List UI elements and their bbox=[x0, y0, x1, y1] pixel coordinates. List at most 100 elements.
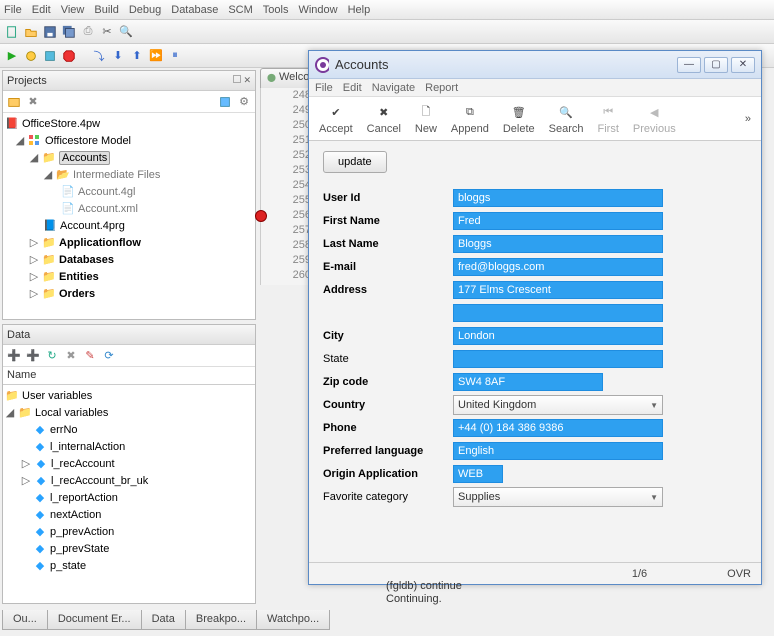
menu-edit[interactable]: Edit bbox=[32, 4, 51, 16]
tree-uservars[interactable]: 📁User variables bbox=[5, 387, 253, 404]
expand-icon[interactable]: ◢ bbox=[29, 153, 39, 163]
acct-menu-report[interactable]: Report bbox=[425, 82, 458, 94]
tree-var[interactable]: ▷◆l_recAccount_br_uk bbox=[5, 472, 253, 489]
open-icon[interactable] bbox=[23, 24, 39, 40]
field-userid[interactable]: bloggs bbox=[453, 189, 663, 207]
tree-var[interactable]: ▷◆l_recAccount bbox=[5, 455, 253, 472]
stop-icon[interactable] bbox=[61, 48, 77, 64]
save-icon[interactable] bbox=[42, 24, 58, 40]
cut-icon[interactable]: ✂ bbox=[99, 24, 115, 40]
tree-var[interactable]: ◆l_reportAction bbox=[5, 489, 253, 506]
accept-button[interactable]: ✔Accept bbox=[319, 102, 353, 135]
data-edit-icon[interactable]: ✎ bbox=[82, 348, 98, 364]
tree-var[interactable]: ◆p_prevAction bbox=[5, 523, 253, 540]
new-icon[interactable] bbox=[4, 24, 20, 40]
find-icon[interactable]: 🔍 bbox=[118, 24, 134, 40]
panel-close-icon[interactable]: ✕ bbox=[243, 75, 251, 86]
step-into-icon[interactable]: ⬇ bbox=[110, 48, 126, 64]
data-add2-icon[interactable]: ➕ bbox=[25, 348, 41, 364]
update-button[interactable]: update bbox=[323, 151, 387, 173]
menu-build[interactable]: Build bbox=[94, 4, 118, 16]
step-over-icon[interactable]: ⤵ bbox=[91, 48, 107, 64]
search-button[interactable]: 🔍Search bbox=[549, 102, 584, 135]
tree-prg[interactable]: 📘Account.4prg bbox=[5, 217, 253, 234]
expand-icon[interactable]: ◢ bbox=[43, 170, 53, 180]
data-del-icon[interactable]: ✖ bbox=[63, 348, 79, 364]
combo-country[interactable]: United Kingdom▼ bbox=[453, 395, 663, 415]
tab-docerrors[interactable]: Document Er... bbox=[47, 610, 142, 630]
tree-folder[interactable]: ▷📁Entities bbox=[5, 268, 253, 285]
menu-view[interactable]: View bbox=[61, 4, 85, 16]
expand-icon[interactable]: ◢ bbox=[15, 136, 25, 146]
collapse-icon[interactable]: ▷ bbox=[29, 289, 39, 299]
tree-var[interactable]: ◆errNo bbox=[5, 421, 253, 438]
proj-add-icon[interactable] bbox=[6, 94, 22, 110]
menu-file[interactable]: File bbox=[4, 4, 22, 16]
menu-help[interactable]: Help bbox=[348, 4, 371, 16]
saveall-icon[interactable] bbox=[61, 24, 77, 40]
acct-menu-navigate[interactable]: Navigate bbox=[372, 82, 415, 94]
previous-button[interactable]: ◀Previous bbox=[633, 102, 676, 135]
run-icon[interactable]: ▶ bbox=[4, 48, 20, 64]
tab-data[interactable]: Data bbox=[141, 610, 186, 630]
delete-button[interactable]: 🗑Delete bbox=[503, 102, 535, 135]
tree-root[interactable]: 📕OfficeStore.4pw bbox=[5, 115, 253, 132]
collapse-icon[interactable]: ▷ bbox=[21, 459, 31, 469]
field-address2[interactable] bbox=[453, 304, 663, 322]
cancel-button[interactable]: ✖Cancel bbox=[367, 102, 401, 135]
print-icon[interactable]: ⎙ bbox=[80, 24, 96, 40]
tree-var[interactable]: ◆nextAction bbox=[5, 506, 253, 523]
combo-fav[interactable]: Supplies▼ bbox=[453, 487, 663, 507]
first-button[interactable]: ⏮First bbox=[598, 102, 619, 135]
acct-menu-file[interactable]: File bbox=[315, 82, 333, 94]
tree-var[interactable]: ◆p_state bbox=[5, 557, 253, 574]
field-address[interactable]: 177 Elms Crescent bbox=[453, 281, 663, 299]
tree-model[interactable]: ◢Officestore Model bbox=[5, 132, 253, 149]
panel-pin-icon[interactable] bbox=[233, 75, 241, 83]
tree-localvars[interactable]: ◢📁Local variables bbox=[5, 404, 253, 421]
proj-del-icon[interactable]: ✖ bbox=[25, 94, 41, 110]
data-sync-icon[interactable]: ⟳ bbox=[101, 348, 117, 364]
continue-icon[interactable]: ⏩ bbox=[148, 48, 164, 64]
collapse-icon[interactable]: ▷ bbox=[29, 255, 39, 265]
tree-var[interactable]: ◆p_prevState bbox=[5, 540, 253, 557]
menu-debug[interactable]: Debug bbox=[129, 4, 161, 16]
menu-database[interactable]: Database bbox=[171, 4, 218, 16]
expand-icon[interactable]: ◢ bbox=[5, 408, 15, 418]
collapse-icon[interactable]: ▷ bbox=[29, 272, 39, 282]
field-state[interactable] bbox=[453, 350, 663, 368]
field-lastname[interactable]: Bloggs bbox=[453, 235, 663, 253]
tab-watchpoints[interactable]: Watchpo... bbox=[256, 610, 330, 630]
breakpoint-icon[interactable] bbox=[255, 210, 267, 222]
field-phone[interactable]: +44 (0) 184 386 9386 bbox=[453, 419, 663, 437]
proj-gear-icon[interactable]: ⚙ bbox=[236, 94, 252, 110]
tree-intermediate[interactable]: ◢📂Intermediate Files bbox=[5, 166, 253, 183]
menu-tools[interactable]: Tools bbox=[263, 4, 289, 16]
step-out-icon[interactable]: ⬆ bbox=[129, 48, 145, 64]
field-lang[interactable]: English bbox=[453, 442, 663, 460]
debug-icon[interactable] bbox=[23, 48, 39, 64]
tree-file[interactable]: 📄Account.4gl bbox=[5, 183, 253, 200]
tree-folder[interactable]: ▷📁Databases bbox=[5, 251, 253, 268]
maximize-icon[interactable]: ▢ bbox=[704, 57, 728, 73]
minimize-icon[interactable]: — bbox=[677, 57, 701, 73]
collapse-icon[interactable]: ▷ bbox=[21, 476, 31, 486]
field-firstname[interactable]: Fred bbox=[453, 212, 663, 230]
acct-menu-edit[interactable]: Edit bbox=[343, 82, 362, 94]
field-origin[interactable]: WEB bbox=[453, 465, 503, 483]
accounts-titlebar[interactable]: Accounts — ▢ ✕ bbox=[309, 51, 761, 79]
tree-accounts[interactable]: ◢📁Accounts bbox=[5, 149, 253, 166]
tree-var[interactable]: ◆l_internalAction bbox=[5, 438, 253, 455]
data-refresh-icon[interactable]: ↻ bbox=[44, 348, 60, 364]
proj-box-icon[interactable] bbox=[217, 94, 233, 110]
more-icon[interactable]: » bbox=[745, 113, 751, 125]
menu-window[interactable]: Window bbox=[298, 4, 337, 16]
tab-output[interactable]: Ou... bbox=[2, 610, 48, 630]
field-zip[interactable]: SW4 8AF bbox=[453, 373, 603, 391]
data-add-icon[interactable]: ➕ bbox=[6, 348, 22, 364]
tree-folder[interactable]: ▷📁Orders bbox=[5, 285, 253, 302]
field-city[interactable]: London bbox=[453, 327, 663, 345]
tree-file[interactable]: 📄Account.xml bbox=[5, 200, 253, 217]
tree-folder[interactable]: ▷📁Applicationflow bbox=[5, 234, 253, 251]
append-button[interactable]: ⧉Append bbox=[451, 102, 489, 135]
